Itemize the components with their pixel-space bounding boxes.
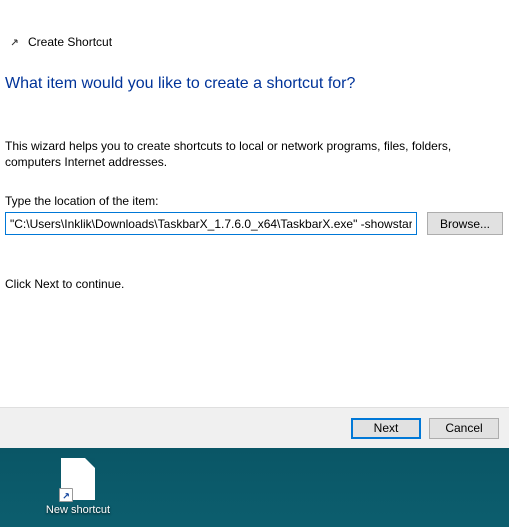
next-button[interactable]: Next [351, 418, 421, 439]
location-label: Type the location of the item: [0, 170, 509, 212]
dialog-header: Create Shortcut [0, 0, 509, 49]
create-shortcut-dialog: Create Shortcut What item would you like… [0, 0, 509, 448]
continue-hint: Click Next to continue. [0, 235, 509, 291]
new-shortcut-desktop-icon[interactable]: New shortcut [38, 458, 118, 516]
blank-file-icon [61, 458, 95, 500]
location-row: Browse... [0, 212, 509, 235]
dialog-title: Create Shortcut [28, 35, 112, 49]
shortcut-overlay-icon [59, 488, 73, 502]
desktop-taskbar-area: New shortcut [0, 448, 509, 527]
shortcut-arrow-icon [10, 37, 20, 47]
page-heading: What item would you like to create a sho… [0, 49, 509, 93]
dialog-button-bar: Next Cancel [0, 407, 509, 448]
wizard-description: This wizard helps you to create shortcut… [0, 93, 509, 170]
desktop-icon-label: New shortcut [46, 504, 110, 516]
cancel-button[interactable]: Cancel [429, 418, 499, 439]
location-input[interactable] [5, 212, 417, 235]
browse-button[interactable]: Browse... [427, 212, 503, 235]
